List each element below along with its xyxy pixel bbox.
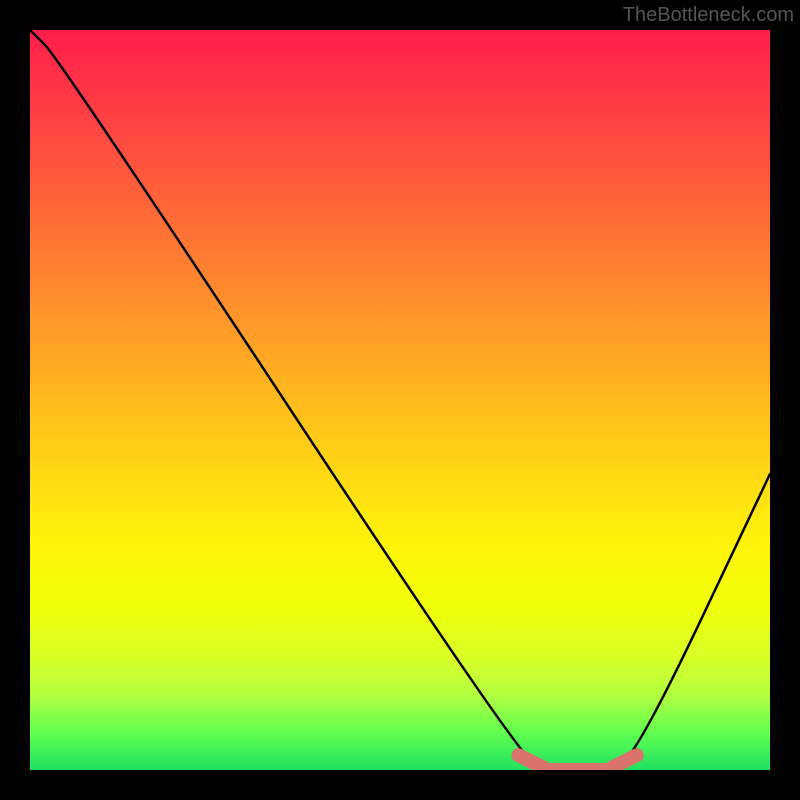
plot-area: [30, 30, 770, 770]
highlight-segment: [518, 755, 636, 770]
curve-svg: [30, 30, 770, 770]
watermark-text: TheBottleneck.com: [623, 4, 794, 27]
chart-container: TheBottleneck.com: [0, 0, 800, 800]
bottleneck-curve-line: [30, 30, 770, 770]
